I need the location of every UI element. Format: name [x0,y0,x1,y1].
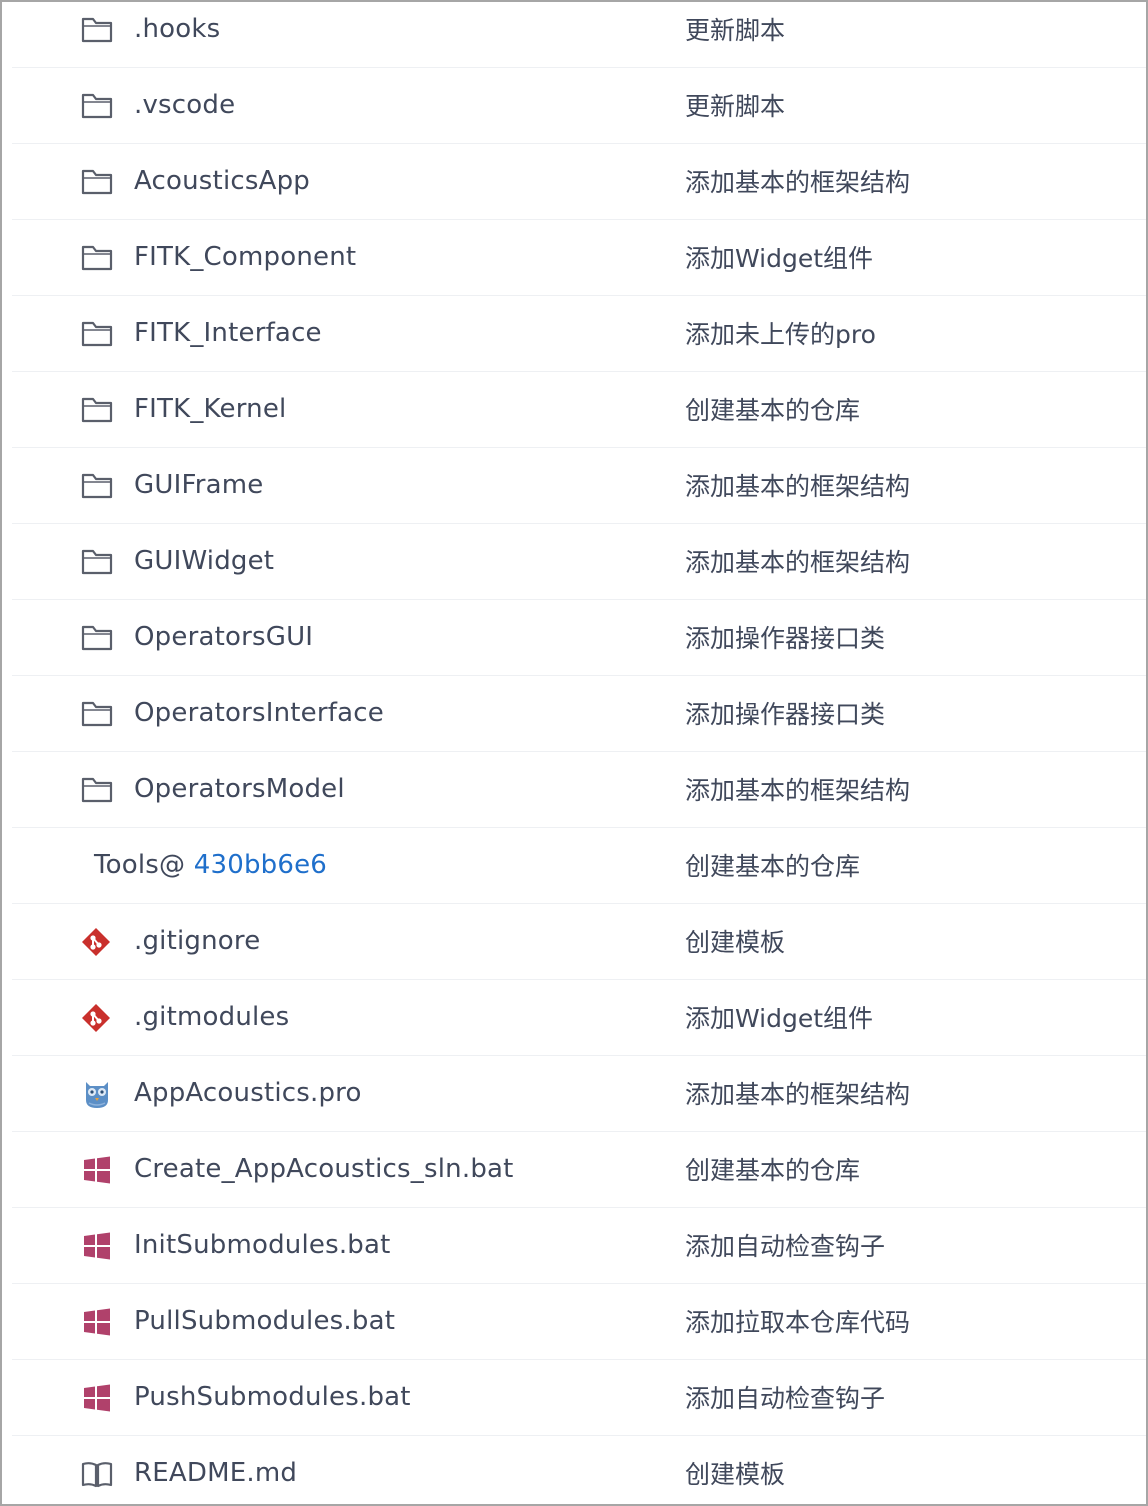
file-name[interactable]: PullSubmodules.bat [134,1284,395,1359]
git-icon [82,1004,110,1032]
commit-message[interactable]: 添加自动检查钩子 [685,1360,885,1435]
windows-batch-icon [84,1308,110,1336]
commit-message[interactable]: 添加Widget组件 [685,220,873,295]
folder-icon [81,777,113,803]
folder-icon [81,701,113,727]
file-row-guiframe[interactable]: GUIFrame 添加基本的框架结构 [12,448,1146,524]
file-row-vscode[interactable]: .vscode 更新脚本 [12,68,1146,144]
file-row-guiwidget[interactable]: GUIWidget 添加基本的框架结构 [12,524,1146,600]
file-row-operatorsmodel[interactable]: OperatorsModel 添加基本的框架结构 [12,752,1146,828]
file-name[interactable]: FITK_Interface [134,296,322,371]
git-icon [82,928,110,956]
file-name[interactable]: OperatorsModel [134,752,345,827]
folder-icon [81,245,113,271]
repository-file-list-panel: .hooks 更新脚本 .vscode 更新脚本 AcousticsApp 添加… [0,0,1148,1506]
qt-project-icon [86,1082,108,1108]
commit-message[interactable]: 添加基本的框架结构 [685,524,910,599]
file-name[interactable]: README.md [134,1436,297,1504]
file-list: .hooks 更新脚本 .vscode 更新脚本 AcousticsApp 添加… [12,2,1146,1504]
file-row-appacoustics-pro[interactable]: AppAcoustics.pro 添加基本的框架结构 [12,1056,1146,1132]
file-name[interactable]: OperatorsGUI [134,600,313,675]
file-name[interactable]: InitSubmodules.bat [134,1208,391,1283]
file-name[interactable]: Create_AppAcoustics_sln.bat [134,1132,514,1207]
file-name[interactable]: FITK_Component [134,220,356,295]
file-name[interactable]: .gitmodules [134,980,289,1055]
commit-message[interactable]: 添加基本的框架结构 [685,1056,910,1131]
windows-batch-icon [84,1156,110,1184]
file-row-fitk-interface[interactable]: FITK_Interface 添加未上传的pro [12,296,1146,372]
file-name[interactable]: PushSubmodules.bat [134,1360,411,1435]
commit-message[interactable]: 添加未上传的pro [685,296,876,371]
submodule-name[interactable]: Tools@ 430bb6e6 [94,828,327,903]
commit-message[interactable]: 添加拉取本仓库代码 [685,1284,910,1359]
commit-message[interactable]: 更新脚本 [685,68,785,143]
file-name[interactable]: AppAcoustics.pro [134,1056,362,1131]
file-row-fitk-component[interactable]: FITK_Component 添加Widget组件 [12,220,1146,296]
file-name[interactable]: GUIWidget [134,524,274,599]
file-name[interactable]: .gitignore [134,904,260,979]
windows-batch-icon [84,1384,110,1412]
commit-message[interactable]: 创建模板 [685,904,785,979]
folder-icon [81,397,113,423]
file-row-initsubmodules-bat[interactable]: InitSubmodules.bat 添加自动检查钩子 [12,1208,1146,1284]
file-row-fitk-kernel[interactable]: FITK_Kernel 创建基本的仓库 [12,372,1146,448]
commit-message[interactable]: 创建模板 [685,1436,785,1504]
folder-icon [81,549,113,575]
folder-icon [81,17,113,43]
file-row-create-sln-bat[interactable]: Create_AppAcoustics_sln.bat 创建基本的仓库 [12,1132,1146,1208]
submodule-commit-link[interactable]: 430bb6e6 [194,850,327,880]
file-row-gitignore[interactable]: .gitignore 创建模板 [12,904,1146,980]
file-row-pullsubmodules-bat[interactable]: PullSubmodules.bat 添加拉取本仓库代码 [12,1284,1146,1360]
file-row-operatorsgui[interactable]: OperatorsGUI 添加操作器接口类 [12,600,1146,676]
file-name[interactable]: FITK_Kernel [134,372,286,447]
folder-icon [81,93,113,119]
folder-icon [81,625,113,651]
commit-message[interactable]: 创建基本的仓库 [685,1132,860,1207]
file-row-acousticsapp[interactable]: AcousticsApp 添加基本的框架结构 [12,144,1146,220]
windows-batch-icon [84,1232,110,1260]
commit-message[interactable]: 添加操作器接口类 [685,600,885,675]
commit-message[interactable]: 更新脚本 [685,2,785,67]
file-row-readme[interactable]: README.md 创建模板 [12,1436,1146,1504]
book-icon [81,1462,113,1488]
file-row-hooks[interactable]: .hooks 更新脚本 [12,2,1146,68]
commit-message[interactable]: 添加操作器接口类 [685,676,885,751]
file-name[interactable]: .vscode [134,68,235,143]
file-row-tools-submodule[interactable]: Tools@ 430bb6e6 创建基本的仓库 [12,828,1146,904]
file-name[interactable]: .hooks [134,2,220,67]
file-row-operatorsinterface[interactable]: OperatorsInterface 添加操作器接口类 [12,676,1146,752]
folder-icon [81,169,113,195]
commit-message[interactable]: 添加自动检查钩子 [685,1208,885,1283]
file-row-gitmodules[interactable]: .gitmodules 添加Widget组件 [12,980,1146,1056]
commit-message[interactable]: 添加基本的框架结构 [685,144,910,219]
commit-message[interactable]: 添加Widget组件 [685,980,873,1055]
folder-icon [81,473,113,499]
file-name[interactable]: AcousticsApp [134,144,310,219]
folder-icon [81,321,113,347]
commit-message[interactable]: 创建基本的仓库 [685,828,860,903]
file-name[interactable]: GUIFrame [134,448,263,523]
commit-message[interactable]: 添加基本的框架结构 [685,448,910,523]
file-name[interactable]: OperatorsInterface [134,676,384,751]
commit-message[interactable]: 添加基本的框架结构 [685,752,910,827]
file-row-pushsubmodules-bat[interactable]: PushSubmodules.bat 添加自动检查钩子 [12,1360,1146,1436]
commit-message[interactable]: 创建基本的仓库 [685,372,860,447]
submodule-label[interactable]: Tools@ [94,850,185,880]
